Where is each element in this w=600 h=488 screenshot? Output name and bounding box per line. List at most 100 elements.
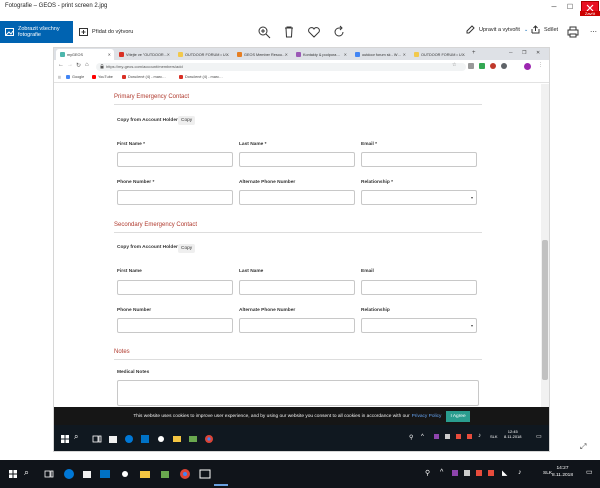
zoom-icon[interactable]	[256, 24, 272, 40]
store-icon[interactable]	[80, 467, 94, 481]
maximize-button[interactable]: ☐	[564, 2, 576, 14]
photos-app-icon[interactable]	[186, 432, 200, 446]
url-input[interactable]: https://my-geos.com/account/members/add	[96, 62, 466, 71]
bookmark-google[interactable]: Google	[66, 75, 84, 79]
tab-kontakty[interactable]: Kontakty & podpora… ✕	[292, 49, 350, 60]
agree-button[interactable]: I Agree	[446, 410, 470, 422]
store-bag-icon[interactable]	[158, 467, 172, 481]
back-icon[interactable]: ←	[58, 62, 64, 68]
extension-red-icon[interactable]	[490, 63, 496, 69]
edit-create-menu[interactable]: Upravit a vytvořit ⌄	[466, 25, 528, 34]
primary-last-name-input[interactable]	[239, 152, 355, 167]
search-icon[interactable]: ⌕	[24, 467, 38, 481]
more-options-icon[interactable]: ⋯	[590, 28, 597, 36]
inner-clock[interactable]: 12:45 8.11.2018	[504, 429, 522, 439]
search-icon[interactable]: ⌕	[74, 432, 88, 446]
explorer-icon[interactable]	[170, 432, 184, 446]
secondary-first-name-input[interactable]	[117, 280, 233, 295]
print-icon[interactable]	[565, 24, 581, 40]
edge-icon[interactable]	[122, 432, 136, 446]
tray-app-icon[interactable]	[452, 470, 458, 476]
tray-app-icon[interactable]	[476, 470, 482, 476]
browser-close-button[interactable]: ✕	[536, 50, 540, 56]
tab-close-icon[interactable]: ✕	[403, 52, 406, 57]
scrollbar-thumb[interactable]	[542, 240, 548, 380]
primary-email-input[interactable]	[361, 152, 477, 167]
notifications-icon[interactable]: ▭	[536, 433, 542, 440]
secondary-alt-phone-input[interactable]	[239, 318, 355, 333]
tray-app-icon[interactable]	[467, 434, 472, 439]
network-icon[interactable]: ◣	[502, 469, 507, 477]
secondary-email-input[interactable]	[361, 280, 477, 295]
tray-app-icon[interactable]	[445, 434, 450, 439]
edge-icon[interactable]	[62, 467, 76, 481]
volume-icon[interactable]: ♪	[518, 469, 522, 476]
weather-icon[interactable]	[154, 432, 168, 446]
tab-outdoor-forum-2[interactable]: OUTDOOR FORUM • U… ✕	[410, 49, 468, 60]
trash-icon[interactable]	[281, 24, 297, 40]
minimize-button[interactable]: ─	[548, 2, 560, 14]
bookmark-apps[interactable]: ⠿	[58, 75, 61, 80]
extension-green-icon[interactable]	[479, 63, 485, 69]
tab-close-icon[interactable]: ✕	[108, 52, 111, 57]
explorer-icon[interactable]	[138, 467, 152, 481]
add-to-creation-button[interactable]: Přidat do výtvoru	[79, 21, 133, 43]
outlook-icon[interactable]	[98, 467, 112, 481]
heart-icon[interactable]	[306, 24, 322, 40]
tab-google-search[interactable]: outdoor forum sk - W… ✕	[351, 49, 409, 60]
tray-chevron-icon[interactable]: ^	[421, 434, 424, 440]
tab-outdoor-forum[interactable]: OUTDOOR FORUM • U… ✕	[174, 49, 232, 60]
copy-secondary-button[interactable]: Copy	[178, 244, 196, 253]
browser-minimize-button[interactable]: ─	[509, 50, 513, 56]
avatar[interactable]	[524, 63, 531, 70]
browser-menu-icon[interactable]: ⋮	[538, 62, 543, 68]
tab-close-icon[interactable]: ✕	[285, 52, 288, 57]
windows-start-icon[interactable]	[58, 432, 72, 446]
primary-relationship-select[interactable]: ▾	[361, 190, 477, 205]
tab-close-icon[interactable]: ✕	[344, 52, 347, 57]
tab-outdoor-welcome[interactable]: Vítejte ve "OUTDOOR… ✕	[115, 49, 173, 60]
secondary-relationship-select[interactable]: ▾	[361, 318, 477, 333]
bookmark-youtube[interactable]: YouTube	[92, 75, 113, 79]
privacy-policy-link[interactable]: Privacy Policy	[412, 414, 442, 419]
tray-app-icon[interactable]	[464, 470, 470, 476]
inner-lang-indicator[interactable]: SLK	[490, 434, 498, 439]
tray-chevron-icon[interactable]: ^	[440, 469, 443, 476]
extension-gray-icon[interactable]	[501, 63, 507, 69]
rotate-icon[interactable]	[331, 24, 347, 40]
outlook-icon[interactable]	[138, 432, 152, 446]
tray-app-icon[interactable]	[456, 434, 461, 439]
share-button[interactable]: Sdílet	[531, 25, 558, 34]
home-icon[interactable]: ⌂	[85, 62, 89, 68]
copy-primary-button[interactable]: Copy	[178, 116, 196, 125]
task-view-icon[interactable]	[90, 432, 104, 446]
tab-geos-member[interactable]: GEOS Member Resou… ✕	[233, 49, 291, 60]
store-icon[interactable]	[106, 432, 120, 446]
tab-close-icon[interactable]: ✕	[167, 52, 170, 57]
primary-first-name-input[interactable]	[117, 152, 233, 167]
volume-icon[interactable]: ♪	[478, 433, 481, 439]
tab-close-icon[interactable]: ✕	[462, 52, 465, 57]
taskbar-clock[interactable]: 14:27 8.11.2018	[552, 465, 573, 479]
fullscreen-icon[interactable]: ⤢	[580, 442, 586, 452]
reload-icon[interactable]: ↻	[76, 62, 81, 69]
chrome-icon[interactable]	[178, 467, 192, 481]
people-icon[interactable]: ⚲	[425, 469, 430, 477]
windows-start-icon[interactable]	[6, 467, 20, 481]
lang-indicator[interactable]: SLK	[543, 471, 552, 476]
bookmark-inbox-2[interactable]: Doručené (4) - marc…	[179, 75, 223, 79]
tab-close-icon[interactable]: ✕	[226, 52, 229, 57]
action-center-icon[interactable]: ▭	[586, 468, 593, 476]
people-icon[interactable]: ⚲	[409, 434, 413, 441]
browser-maximize-button[interactable]: ❐	[522, 50, 526, 56]
photos-app-icon[interactable]	[198, 467, 212, 481]
view-all-photos-button[interactable]: Zobrazit všechny fotografie	[0, 21, 73, 43]
secondary-last-name-input[interactable]	[239, 280, 355, 295]
tab-mygeos[interactable]: myGEOS ✕	[56, 49, 114, 60]
tray-app-icon[interactable]	[488, 470, 494, 476]
secondary-phone-input[interactable]	[117, 318, 233, 333]
primary-alt-phone-input[interactable]	[239, 190, 355, 205]
weather-icon[interactable]	[118, 467, 132, 481]
bookmark-inbox-1[interactable]: Doručené (4) - marc…	[122, 75, 166, 79]
chrome-icon[interactable]	[202, 432, 216, 446]
